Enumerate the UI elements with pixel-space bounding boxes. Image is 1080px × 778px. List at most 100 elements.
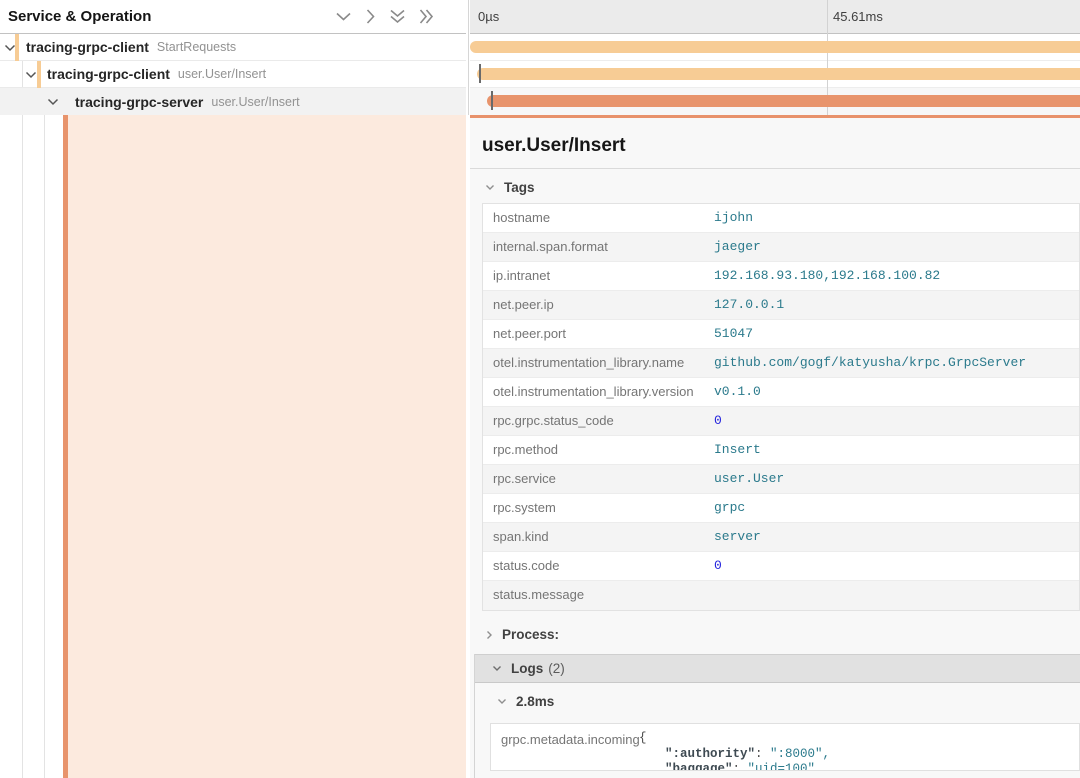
tag-value: github.com/gogf/katyusha/krpc.GrpcServer	[714, 349, 1026, 377]
json-colon: :	[755, 747, 770, 761]
service-name: tracing-grpc-client	[26, 39, 149, 55]
panel-divider	[468, 0, 469, 115]
tag-value: 0	[714, 407, 722, 435]
double-chevron-down-icon	[389, 9, 406, 24]
span-detail-title: user.User/Insert	[482, 135, 626, 157]
tags-section-label: Tags	[504, 180, 535, 195]
tag-value: ijohn	[714, 204, 753, 232]
tag-row: status.code 0	[483, 552, 1079, 581]
json-colon: :	[733, 762, 748, 771]
tag-value: 51047	[714, 320, 753, 348]
tag-row: rpc.service user.User	[483, 465, 1079, 494]
tag-row: net.peer.port 51047	[483, 320, 1079, 349]
tag-key: hostname	[483, 204, 714, 232]
tag-value: 127.0.0.1	[714, 291, 784, 319]
tag-value: v0.1.0	[714, 378, 761, 406]
span-start-tick	[479, 64, 481, 83]
span-detail-panel: user.User/Insert Tags hostname ijohn int…	[470, 115, 1080, 778]
tag-row: ip.intranet 192.168.93.180,192.168.100.8…	[483, 262, 1079, 291]
span-color-stripe	[15, 34, 19, 61]
span-tree-header: Service & Operation	[0, 0, 466, 34]
tree-indent-guide	[22, 61, 23, 778]
divider	[470, 168, 1080, 169]
log-fields-table: grpc.metadata.incoming { ":authority": "…	[490, 723, 1080, 771]
span-row-tracing-grpc-client-startrequests[interactable]: tracing-grpc-client StartRequests	[0, 34, 466, 61]
tag-key: status.code	[483, 552, 714, 580]
tag-value: 0	[714, 552, 722, 580]
tag-row: otel.instrumentation_library.version v0.…	[483, 378, 1079, 407]
tag-row: otel.instrumentation_library.name github…	[483, 349, 1079, 378]
tag-row: status.message	[483, 581, 1079, 610]
expand-one-level-button[interactable]	[335, 11, 352, 22]
operation-name: user.User/Insert	[178, 67, 266, 81]
row-expander-chevron-down-icon[interactable]	[25, 71, 37, 79]
tag-key: otel.instrumentation_library.version	[483, 378, 714, 406]
tag-value: server	[714, 523, 761, 551]
json-link-value[interactable]: "uid=100",	[748, 762, 823, 771]
tree-indent-guide	[44, 88, 45, 778]
span-row-tracing-grpc-server-insert[interactable]: tracing-grpc-server user.User/Insert	[0, 88, 466, 115]
expand-all-button[interactable]	[389, 9, 406, 24]
row-expander-chevron-down-icon[interactable]	[47, 98, 59, 106]
logs-section-toggle[interactable]: Logs (2)	[475, 654, 1080, 683]
tag-key: internal.span.format	[483, 233, 714, 261]
tag-key: rpc.service	[483, 465, 714, 493]
logs-section-label: Logs	[511, 661, 543, 676]
tag-value: jaeger	[714, 233, 761, 261]
chevron-down-icon	[335, 11, 352, 22]
span-bar-server-insert[interactable]	[487, 95, 1080, 107]
json-open-brace: {	[639, 731, 647, 745]
span-color-stripe	[37, 61, 41, 88]
tag-row: rpc.method Insert	[483, 436, 1079, 465]
chevron-down-icon	[485, 184, 495, 191]
json-key: "baggage"	[665, 762, 733, 771]
tag-value: grpc	[714, 494, 745, 522]
span-start-tick	[491, 91, 493, 110]
service-name: tracing-grpc-client	[47, 66, 170, 82]
span-bar-startrequests[interactable]	[470, 41, 1080, 53]
tags-table: hostname ijohn internal.span.format jaeg…	[482, 203, 1080, 611]
tag-key: net.peer.ip	[483, 291, 714, 319]
collapse-all-button[interactable]	[419, 8, 434, 25]
operation-name: StartRequests	[157, 40, 236, 54]
log-field-key: grpc.metadata.incoming	[491, 724, 639, 770]
tag-value: 192.168.93.180,192.168.100.82	[714, 262, 940, 290]
timeline-ruler: 0µs 45.61ms	[470, 0, 1080, 34]
tag-key: net.peer.port	[483, 320, 714, 348]
double-chevron-right-icon	[419, 8, 434, 25]
tag-key: rpc.system	[483, 494, 714, 522]
selected-span-detail-backdrop	[68, 115, 466, 778]
logs-count: (2)	[548, 661, 565, 676]
tag-row: internal.span.format jaeger	[483, 233, 1079, 262]
tree-collapse-controls	[335, 8, 434, 25]
ruler-tick-0us: 0µs	[478, 9, 499, 24]
log-field-json: { ":authority": ":8000", "baggage": "uid…	[639, 724, 830, 770]
service-name: tracing-grpc-server	[75, 94, 203, 110]
process-section-label: Process:	[502, 627, 559, 642]
tag-row: net.peer.ip 127.0.0.1	[483, 291, 1079, 320]
log-entry-timestamp: 2.8ms	[516, 694, 554, 709]
tag-row: span.kind server	[483, 523, 1079, 552]
json-key: ":authority"	[665, 747, 755, 761]
tag-key: otel.instrumentation_library.name	[483, 349, 714, 377]
chevron-down-icon	[492, 665, 502, 672]
tag-key: rpc.method	[483, 436, 714, 464]
operation-name: user.User/Insert	[211, 95, 299, 109]
process-section-toggle[interactable]: Process:	[486, 627, 559, 642]
collapse-one-level-button[interactable]	[365, 8, 376, 25]
tags-section-toggle[interactable]: Tags	[485, 180, 535, 195]
tag-key: span.kind	[483, 523, 714, 551]
jaeger-trace-view: Service & Operation tracing-grpc-client …	[0, 0, 1080, 778]
chevron-down-icon	[497, 698, 507, 705]
tag-value: Insert	[714, 436, 761, 464]
log-entry-toggle[interactable]: 2.8ms	[497, 694, 554, 709]
tag-key: status.message	[483, 581, 714, 610]
tag-key: ip.intranet	[483, 262, 714, 290]
chevron-right-icon	[365, 8, 376, 25]
panel-title: Service & Operation	[0, 8, 151, 25]
tag-row: rpc.grpc.status_code 0	[483, 407, 1079, 436]
tag-key: rpc.grpc.status_code	[483, 407, 714, 435]
tag-row: rpc.system grpc	[483, 494, 1079, 523]
span-bar-client-insert[interactable]	[477, 68, 1080, 80]
span-row-tracing-grpc-client-insert[interactable]: tracing-grpc-client user.User/Insert	[0, 61, 466, 88]
